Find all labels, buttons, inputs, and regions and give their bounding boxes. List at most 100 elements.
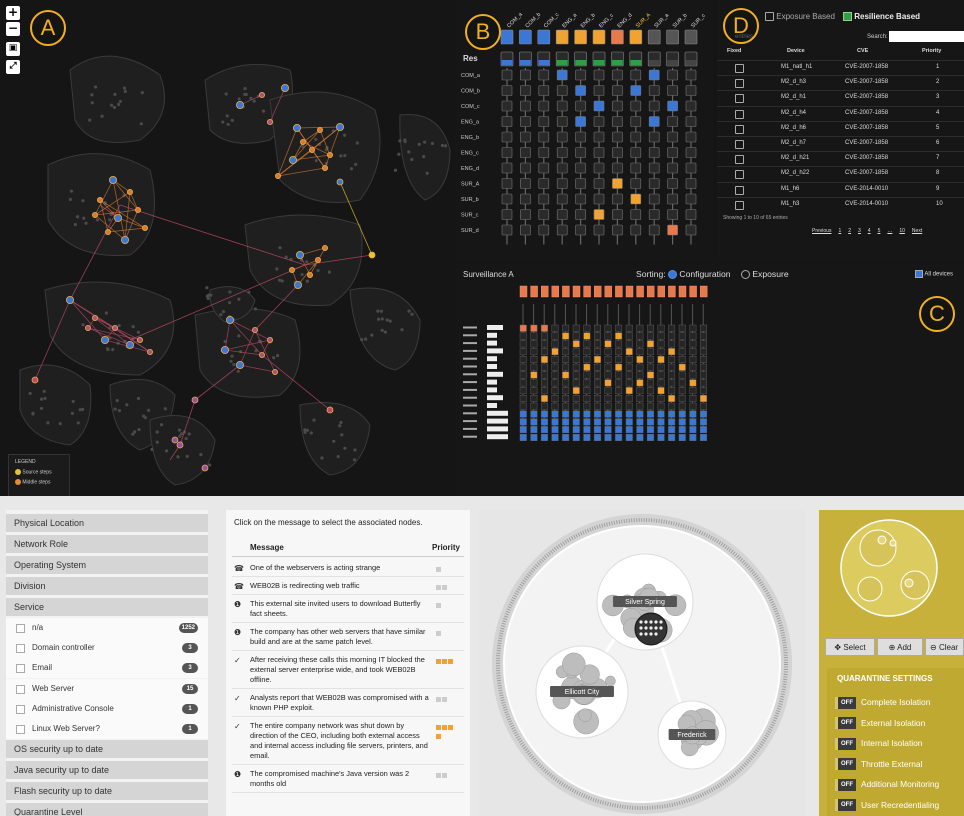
message-row[interactable]: ✓ The entire company network was shut dow…: [232, 718, 464, 765]
pagination-link[interactable]: 2: [848, 228, 851, 234]
message-row[interactable]: ✓ After receiving these calls this mornin…: [232, 652, 464, 689]
quarantine-setting-row[interactable]: OFF User Recredentialing: [835, 797, 939, 813]
clear-button[interactable]: ⊖ Clear: [925, 638, 964, 656]
pagination-link[interactable]: 5: [878, 228, 881, 234]
fullscreen-icon[interactable]: ⤢: [6, 60, 20, 74]
table-header-cell[interactable]: Fixed: [727, 48, 741, 54]
filter-java-security[interactable]: Java security up to date: [6, 761, 208, 780]
off-toggle[interactable]: OFF: [838, 696, 856, 709]
table-row[interactable]: M2_d_h21 CVE-2007-1858 7: [717, 151, 964, 166]
resilience-toggle[interactable]: Resilience Based: [843, 12, 920, 22]
table-header-cell[interactable]: CVE: [857, 48, 868, 54]
message-row[interactable]: ☎ WEB02B is redirecting web traffic: [232, 578, 464, 595]
bubble-map-panel[interactable]: Silver Spring Ellicott City Frederick: [479, 510, 805, 816]
pagination-link[interactable]: …: [887, 228, 892, 234]
off-toggle[interactable]: OFF: [838, 758, 856, 771]
fixed-checkbox[interactable]: [735, 170, 744, 180]
fixed-checkbox[interactable]: [735, 200, 744, 210]
resilience-checkbox[interactable]: [843, 12, 852, 22]
network-graph[interactable]: [0, 0, 452, 496]
table-row[interactable]: M2_d_h7 CVE-2007-1858 6: [717, 136, 964, 151]
service-filter-checkbox[interactable]: [16, 684, 25, 694]
filter-os-security[interactable]: OS security up to date: [6, 740, 208, 759]
zoom-in-button[interactable]: +: [6, 6, 20, 20]
service-filter-checkbox[interactable]: [16, 664, 25, 674]
fixed-checkbox[interactable]: [735, 155, 744, 165]
add-button[interactable]: ⊕ Add: [877, 638, 923, 656]
pagination-link[interactable]: Next: [912, 228, 922, 234]
zoom-out-button[interactable]: −: [6, 22, 20, 36]
table-header-cell[interactable]: Device: [787, 48, 805, 54]
search-input[interactable]: [889, 31, 964, 42]
pagination-link[interactable]: 3: [858, 228, 861, 234]
service-filter-checkbox[interactable]: [16, 704, 25, 714]
table-row[interactable]: M1_h6 CVE-2014-0010 9: [717, 181, 964, 197]
pagination-link[interactable]: 1: [838, 228, 841, 234]
message-panel[interactable]: Click on the message to select the assoc…: [226, 510, 470, 816]
device-cell: [615, 363, 623, 371]
off-toggle[interactable]: OFF: [838, 737, 856, 750]
quarantine-panel[interactable]: ✥ Select ⊕ Add ⊖ Clear QUARANTINE SETTIN…: [819, 510, 964, 816]
select-button[interactable]: ✥ Select: [825, 638, 875, 656]
off-toggle[interactable]: OFF: [838, 778, 856, 791]
message-row[interactable]: ✓ Analysts report that WEB02B was comprom…: [232, 690, 464, 717]
pagination-link[interactable]: Previous: [812, 228, 831, 234]
filter-service[interactable]: Service: [6, 598, 208, 617]
table-row[interactable]: M2_d_h1 CVE-2007-1858 3: [717, 90, 964, 105]
service-filter-checkbox[interactable]: [16, 624, 25, 633]
quarantine-setting-row[interactable]: OFF External Isolation: [835, 715, 925, 731]
service-filter-item[interactable]: Web Server 15: [6, 678, 208, 699]
fixed-checkbox[interactable]: [735, 185, 744, 195]
fixed-checkbox[interactable]: [735, 109, 744, 119]
table-row[interactable]: M2_d_h6 CVE-2007-1858 5: [717, 120, 964, 136]
quarantine-setting-row[interactable]: OFF Additional Monitoring: [835, 776, 939, 792]
filter-panel[interactable]: Physical Location Network Role Operating…: [6, 510, 208, 816]
table-row[interactable]: M2_d_h3 CVE-2007-1858 2: [717, 75, 964, 90]
message-row[interactable]: ❶ The compromised machine's Java version …: [232, 766, 464, 793]
quarantine-setting-row[interactable]: OFF Complete Isolation: [835, 694, 930, 710]
network-graph-panel[interactable]: + − ▣ ⤢ A LEGEND Source steps Middle ste…: [0, 0, 452, 496]
vulnerability-table-panel[interactable]: Exposure Based Resilience Based entries …: [717, 0, 964, 262]
config-matrix-panel[interactable]: COM_a COM_b COM_c ENG_a ENG_b ENG_c ENG_d SUR_A…: [455, 0, 713, 262]
cluster-bubble-map[interactable]: Silver Spring Ellicott City Frederick: [479, 510, 805, 816]
message-row[interactable]: ❶ This external site invited users to dow…: [232, 596, 464, 623]
fixed-checkbox[interactable]: [735, 124, 744, 134]
camera-icon[interactable]: ▣: [6, 42, 20, 56]
fixed-checkbox[interactable]: [735, 64, 744, 73]
fixed-checkbox[interactable]: [735, 79, 744, 89]
service-filter-item[interactable]: Linux Web Server? 1: [6, 719, 208, 739]
service-filter-item[interactable]: Administrative Console 1: [6, 698, 208, 719]
table-row[interactable]: M1_natl_h1 CVE-2007-1858 1: [717, 60, 964, 75]
filter-network-role[interactable]: Network Role: [6, 535, 208, 554]
pagination-link[interactable]: 10: [899, 228, 905, 234]
device-row-bar: [487, 379, 497, 385]
service-filter-checkbox[interactable]: [16, 644, 25, 654]
message-row[interactable]: ☎ One of the webservers is acting strange: [232, 560, 464, 577]
filter-quarantine-level[interactable]: Quarantine Level: [6, 803, 208, 816]
surveillance-panel[interactable]: Surveillance A Sorting: Configuration Ex…: [455, 264, 964, 496]
filter-division[interactable]: Division: [6, 577, 208, 596]
device-matrix[interactable]: [455, 264, 964, 496]
fixed-checkbox[interactable]: [735, 140, 744, 149]
table-row[interactable]: M2_d_h4 CVE-2007-1858 4: [717, 105, 964, 121]
quarantine-setting-row[interactable]: OFF Internal Isolation: [835, 735, 922, 751]
service-filter-item[interactable]: Email 3: [6, 658, 208, 679]
table-row[interactable]: M1_h3 CVE-2014-0010 10: [717, 196, 964, 212]
service-filter-checkbox[interactable]: [16, 725, 25, 734]
table-header-cell[interactable]: Priority: [922, 48, 941, 54]
filter-operating-system[interactable]: Operating System: [6, 556, 208, 575]
off-toggle[interactable]: OFF: [838, 717, 856, 730]
exposure-checkbox[interactable]: [765, 12, 774, 22]
exposure-toggle[interactable]: Exposure Based: [765, 12, 835, 22]
table-row[interactable]: M2_d_h22 CVE-2007-1858 8: [717, 166, 964, 181]
service-filter-item[interactable]: Domain controller 3: [6, 638, 208, 659]
fixed-checkbox[interactable]: [735, 94, 744, 104]
filter-flash-security[interactable]: Flash security up to date: [6, 782, 208, 801]
filter-physical-location[interactable]: Physical Location: [6, 514, 208, 533]
device-cell: [678, 394, 686, 402]
off-toggle[interactable]: OFF: [838, 799, 856, 812]
pagination-link[interactable]: 4: [868, 228, 871, 234]
message-row[interactable]: ❶ The company has other web servers that …: [232, 624, 464, 651]
service-filter-item[interactable]: n/a 1252: [6, 618, 208, 638]
quarantine-setting-row[interactable]: OFF Throttle External: [835, 756, 922, 772]
